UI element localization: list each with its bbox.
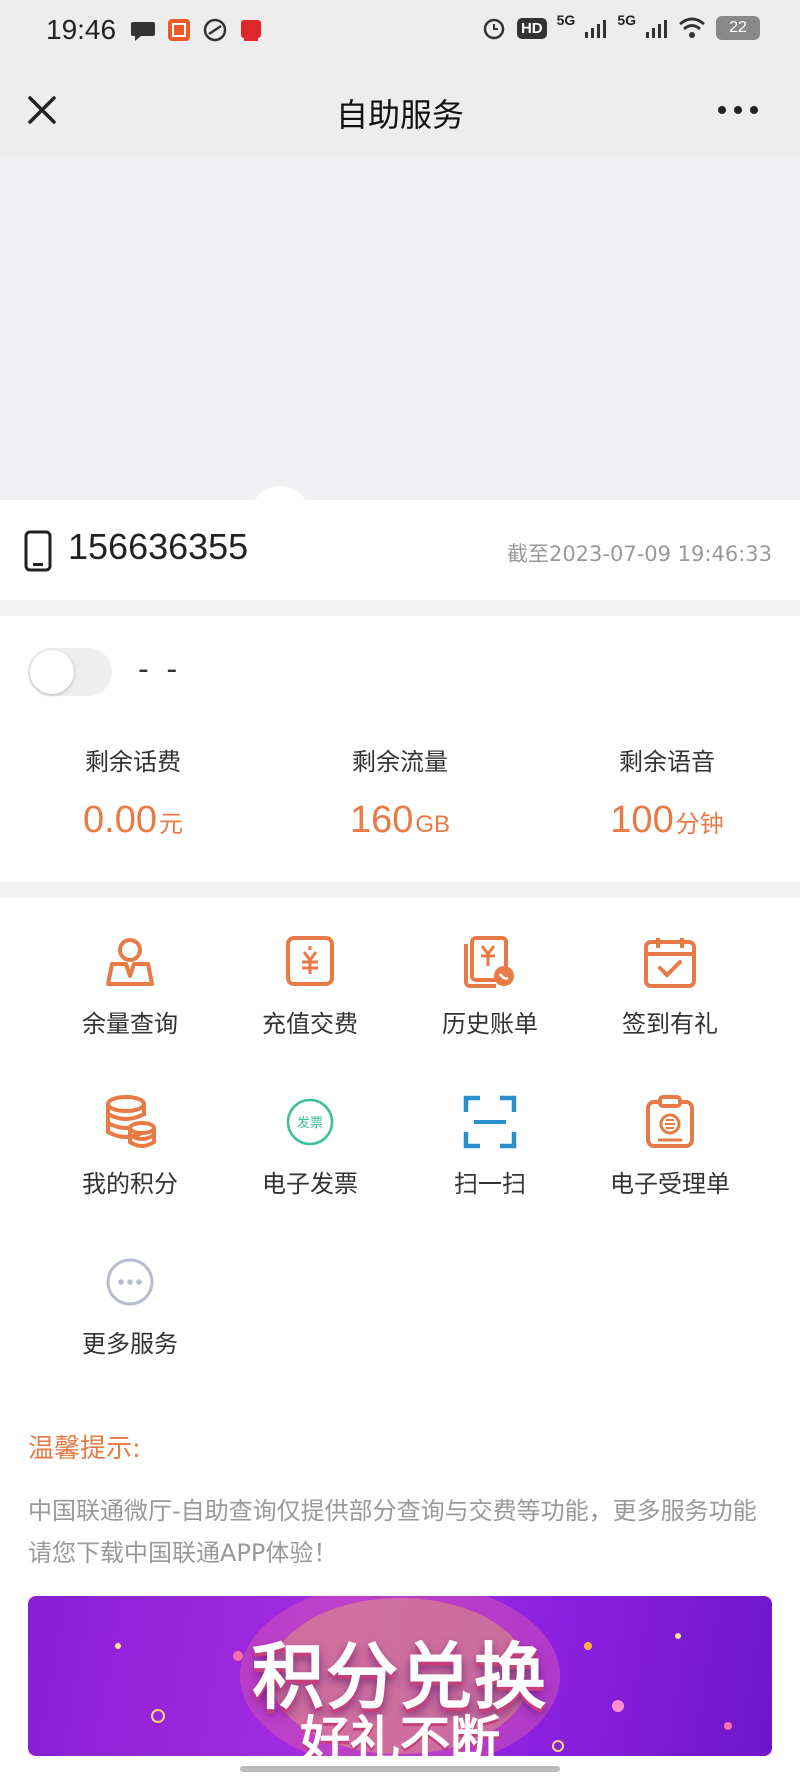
phone-number: 1566363553 bbox=[68, 526, 248, 567]
recharge-icon bbox=[286, 936, 334, 986]
battery-icon: 22 bbox=[716, 16, 760, 40]
svg-text:发票: 发票 bbox=[297, 1115, 323, 1131]
points-exchange-banner[interactable]: 积分兑换 好礼不断 bbox=[28, 1596, 772, 1756]
signal-bars-icon-1 bbox=[585, 20, 607, 38]
status-time: 19:46 bbox=[46, 14, 117, 45]
notification-icons bbox=[130, 17, 264, 43]
toggle-switch[interactable] bbox=[28, 648, 112, 696]
alarm-icon bbox=[483, 18, 505, 40]
link-app-icon bbox=[203, 18, 227, 42]
system-status-icons: HD 5G 5G 22 bbox=[481, 12, 760, 41]
page-title: 自助服务 bbox=[335, 96, 464, 134]
service-balance-query[interactable]: 余量查询 bbox=[40, 934, 220, 1039]
checkin-calendar-icon bbox=[644, 938, 696, 988]
balance-value: 160GB bbox=[349, 799, 451, 841]
phone-icon bbox=[24, 530, 52, 572]
service-e-invoice[interactable]: 发票 电子发票 bbox=[220, 1094, 400, 1199]
e-form-icon bbox=[646, 1095, 694, 1148]
signal-5g-icon-1: 5G bbox=[556, 12, 576, 28]
invoice-icon: 发票 bbox=[286, 1098, 334, 1146]
balance-label: 剩余语音 bbox=[619, 748, 715, 776]
phone-switch-handle[interactable] bbox=[250, 486, 310, 612]
query-timestamp: 截至2023-07-09 19:46:33 bbox=[506, 542, 772, 566]
bill-history-icon bbox=[464, 936, 514, 988]
app-notification-icon bbox=[168, 19, 190, 41]
tips-title: 温馨提示: bbox=[28, 1434, 141, 1464]
balance-value: 0.00元 bbox=[83, 799, 183, 841]
service-e-form[interactable]: 电子受理单 bbox=[580, 1094, 760, 1199]
service-recharge[interactable]: 充值交费 bbox=[220, 934, 400, 1039]
home-indicator[interactable] bbox=[240, 1766, 560, 1772]
hd-icon: HD bbox=[516, 17, 547, 39]
service-more[interactable]: 更多服务 bbox=[40, 1254, 220, 1359]
service-checkin[interactable]: 签到有礼 bbox=[580, 934, 760, 1039]
chat-bubble-icon bbox=[131, 22, 155, 41]
balance-label: 剩余话费 bbox=[85, 748, 181, 776]
divider bbox=[0, 600, 800, 616]
service-my-points[interactable]: 我的积分 bbox=[40, 1094, 220, 1199]
scan-icon bbox=[463, 1095, 517, 1149]
nav-bar: 自助服务 bbox=[0, 62, 800, 158]
more-services-icon bbox=[106, 1258, 154, 1306]
status-bar: 19:46 HD 5G 5G 22 bbox=[0, 0, 800, 62]
toggle-knob bbox=[30, 650, 74, 694]
wifi-icon bbox=[679, 17, 705, 38]
points-coins-icon bbox=[106, 1095, 156, 1148]
more-options-icon[interactable] bbox=[716, 100, 760, 120]
service-scan[interactable]: 扫一扫 bbox=[400, 1094, 580, 1199]
toggle-value: - - bbox=[138, 652, 182, 687]
shopping-app-icon bbox=[241, 20, 261, 41]
user-balance-icon bbox=[106, 938, 154, 986]
content-placeholder bbox=[0, 158, 800, 500]
banner-subtitle: 好礼不断 bbox=[300, 1711, 500, 1756]
balance-label: 剩余流量 bbox=[352, 748, 448, 776]
balance-fee[interactable]: 剩余话费 0.00元 bbox=[0, 742, 266, 842]
service-bill-history[interactable]: 历史账单 bbox=[400, 934, 580, 1039]
balance-voice[interactable]: 剩余语音 100分钟 bbox=[534, 742, 800, 842]
account-row: 1566363553 截至2023-07-09 19:46:33 bbox=[0, 500, 800, 600]
tips-text: 中国联通微厅-自助查询仅提供部分查询与交费等功能，更多服务功能请您下载中国联通A… bbox=[28, 1497, 757, 1567]
balance-value: 100分钟 bbox=[610, 799, 724, 841]
signal-5g-icon-2: 5G bbox=[617, 12, 636, 28]
divider bbox=[0, 882, 800, 898]
signal-bars-icon-2 bbox=[646, 20, 667, 38]
balance-data[interactable]: 剩余流量 160GB bbox=[267, 742, 533, 842]
